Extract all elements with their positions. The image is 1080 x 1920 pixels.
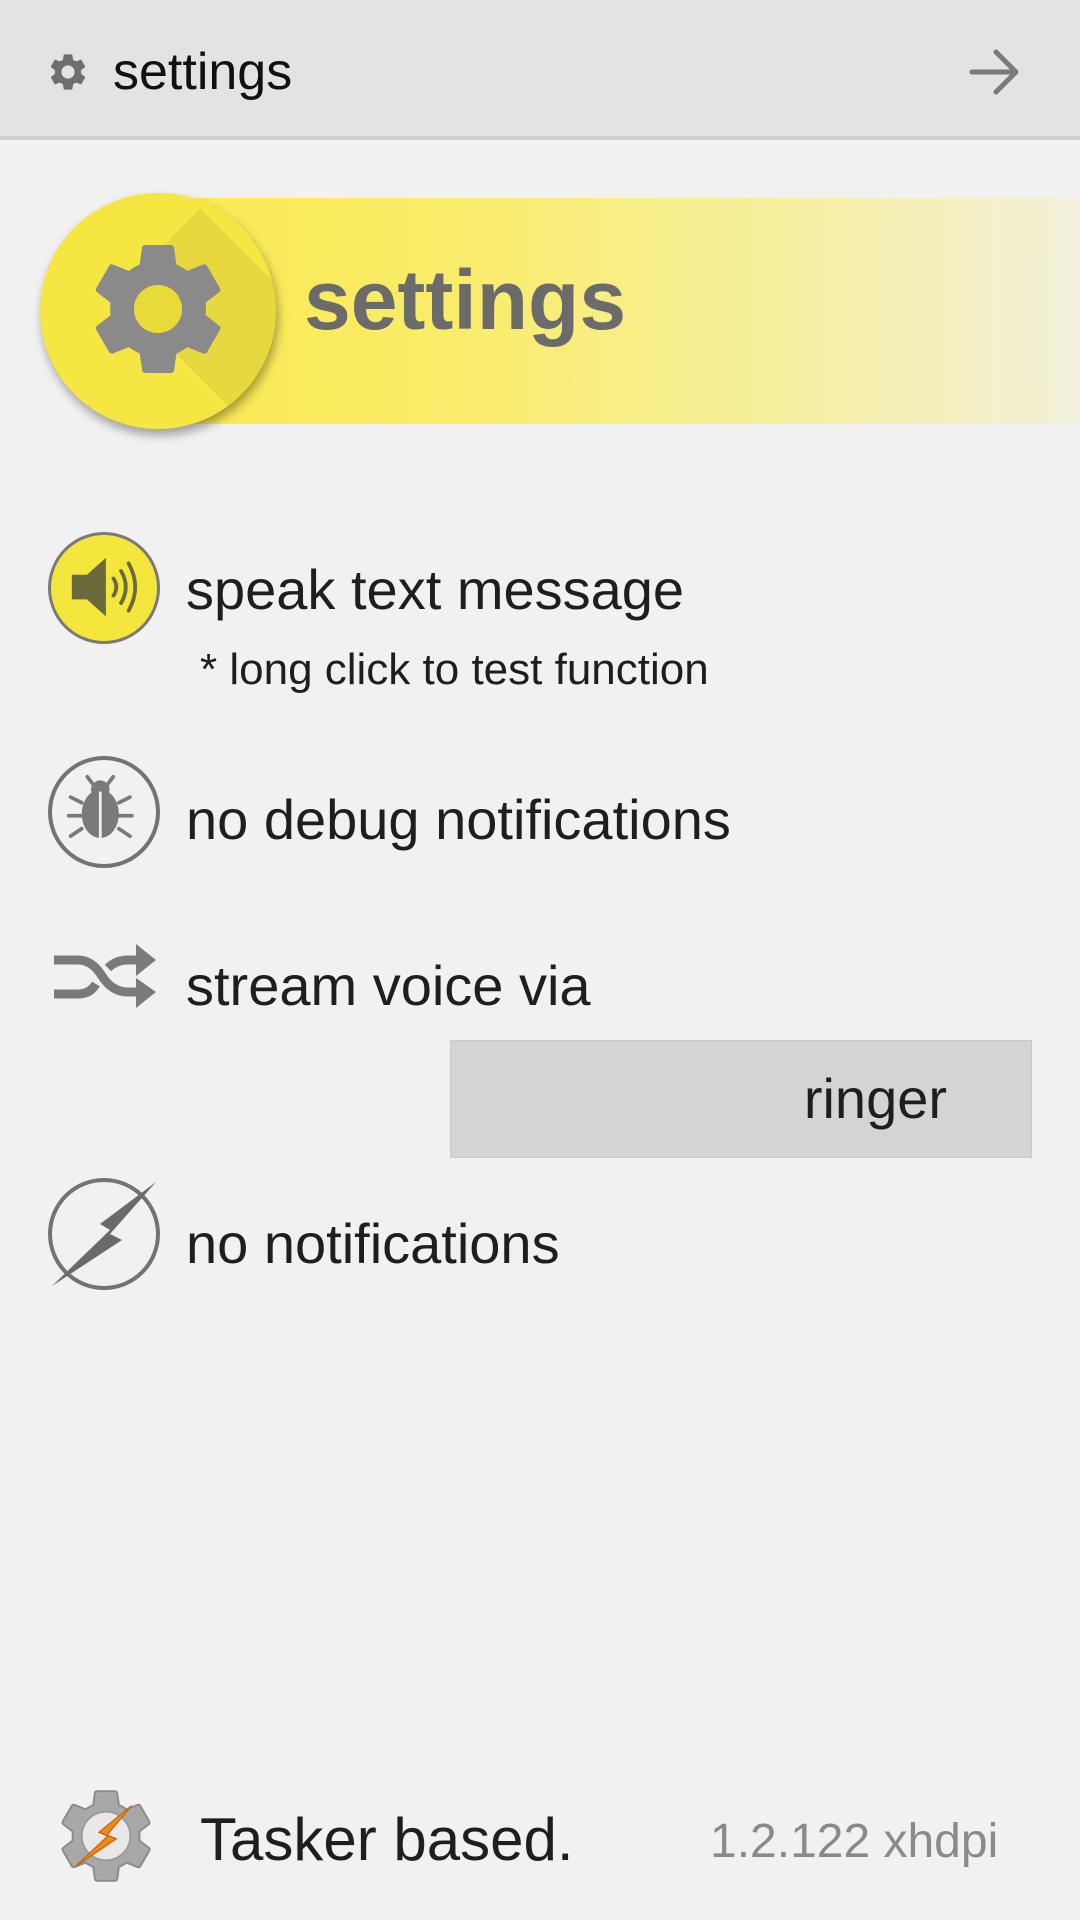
stream-voice-label: stream voice via — [186, 954, 591, 1017]
debug-notifications-label[interactable]: no debug notifications — [186, 792, 731, 848]
gear-icon — [95, 244, 221, 373]
app-bar-title: settings — [113, 43, 293, 101]
arrow-right-icon[interactable] — [966, 44, 1024, 100]
stream-voice-dropdown[interactable]: ringer — [450, 1040, 1032, 1158]
banner-gear-badge — [40, 193, 276, 429]
gear-icon — [50, 54, 86, 90]
speak-text-hint: * long click to test function — [200, 645, 709, 694]
stream-voice-value: ringer — [803, 1067, 947, 1130]
notifications-label[interactable]: no notifications — [186, 1216, 560, 1272]
speak-text-message-label[interactable]: speak text message — [186, 562, 684, 618]
app-version: 1.2.122 xhdpi — [710, 1815, 999, 1868]
top-app-bar: settings — [0, 0, 1080, 140]
lightning-icon[interactable] — [48, 1178, 160, 1290]
shuffle-icon[interactable] — [48, 936, 160, 1020]
footer-tasker-text: Tasker based. — [200, 1806, 574, 1873]
page-title: settings — [304, 253, 627, 347]
bug-icon[interactable] — [48, 756, 160, 868]
tasker-logo-icon — [61, 1790, 151, 1882]
speaker-icon[interactable] — [48, 532, 160, 644]
